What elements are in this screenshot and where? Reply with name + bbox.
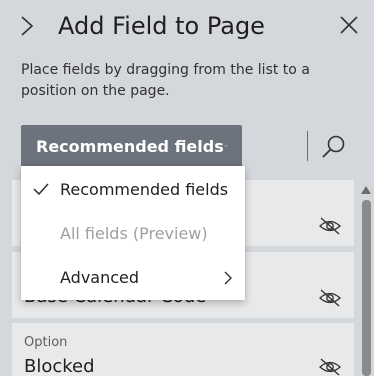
hidden-eye-icon[interactable] (318, 288, 342, 308)
field-filter-dropdown[interactable]: Recommended fields (21, 125, 242, 167)
menu-item-recommended-fields[interactable]: Recommended fields (21, 168, 245, 212)
expand-panel-button[interactable] (14, 12, 40, 40)
chevron-right-icon (224, 271, 232, 285)
close-button[interactable] (338, 14, 360, 36)
search-icon (322, 135, 345, 158)
checkmark-icon (33, 183, 49, 196)
chevron-right-icon (21, 16, 34, 36)
menu-item-advanced[interactable]: Advanced (21, 256, 245, 300)
field-filter-label: Recommended fields (36, 136, 224, 156)
menu-item-label: All fields (Preview) (60, 224, 208, 243)
menu-item-label: Advanced (60, 268, 140, 287)
menu-item-all-fields: All fields (Preview) (21, 212, 245, 256)
menu-item-label: Recommended fields (60, 180, 229, 199)
field-name: Blocked (24, 356, 95, 376)
hidden-eye-icon[interactable] (318, 357, 342, 376)
close-icon (340, 16, 358, 34)
search-button[interactable] (320, 133, 348, 161)
panel-description: Place fields by dragging from the list t… (21, 62, 310, 99)
field-card[interactable]: Option Blocked (12, 323, 354, 376)
add-field-panel: Add Field to Page Place fields by draggi… (0, 0, 374, 376)
field-filter-menu: Recommended fields All fields (Preview) … (21, 166, 245, 300)
scroll-up-arrow-icon[interactable] (360, 184, 372, 196)
panel-header: Add Field to Page (0, 0, 374, 52)
hidden-eye-icon[interactable] (318, 216, 342, 236)
field-type: Option (24, 335, 68, 350)
chevron-down-icon (224, 145, 228, 148)
panel-title: Add Field to Page (58, 12, 265, 40)
scrollbar-thumb[interactable] (362, 200, 371, 376)
toolbar-divider (307, 131, 308, 161)
